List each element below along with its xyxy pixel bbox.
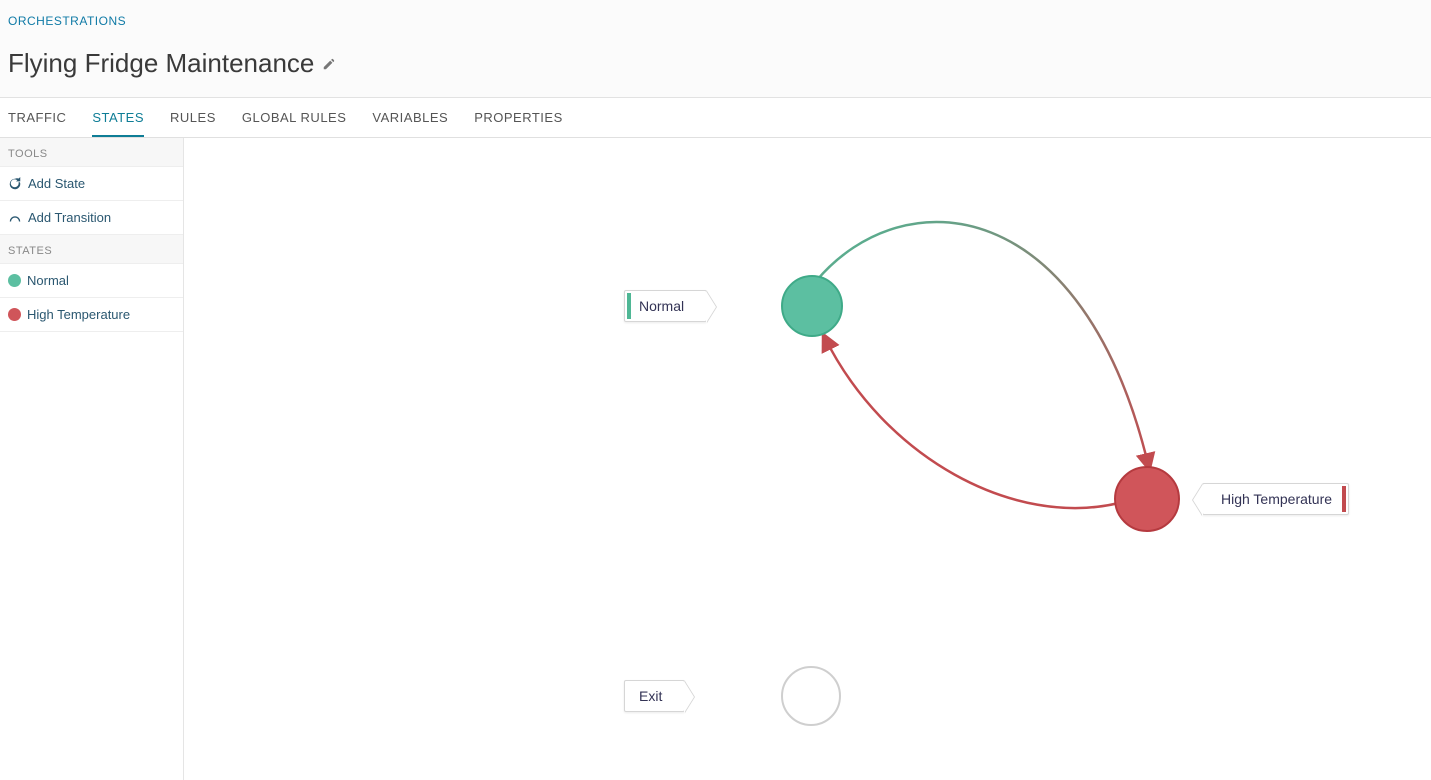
state-node-normal[interactable] bbox=[781, 275, 843, 337]
sidebar-state-normal[interactable]: Normal bbox=[0, 264, 183, 298]
add-state-label: Add State bbox=[28, 176, 85, 191]
state-dot-normal bbox=[8, 274, 21, 287]
add-transition-button[interactable]: Add Transition bbox=[0, 201, 183, 235]
body: TOOLS Add State Add Transition STATES No… bbox=[0, 138, 1431, 780]
state-label-exit[interactable]: Exit bbox=[624, 680, 685, 712]
tab-states[interactable]: STATES bbox=[92, 98, 144, 137]
edit-icon[interactable] bbox=[322, 57, 336, 71]
tab-rules[interactable]: RULES bbox=[170, 98, 216, 137]
state-node-exit[interactable] bbox=[781, 666, 841, 726]
state-node-label-text: Normal bbox=[639, 298, 684, 314]
sidebar-state-label: Normal bbox=[27, 273, 69, 288]
state-node-label-text: High Temperature bbox=[1221, 491, 1332, 507]
state-label-normal[interactable]: Normal bbox=[624, 290, 707, 322]
tabs: TRAFFIC STATES RULES GLOBAL RULES VARIAB… bbox=[0, 98, 1431, 138]
title-row: Flying Fridge Maintenance bbox=[8, 34, 1423, 97]
canvas[interactable]: Normal High Temperature Exit bbox=[184, 138, 1431, 780]
add-transition-label: Add Transition bbox=[28, 210, 111, 225]
tab-properties[interactable]: PROPERTIES bbox=[474, 98, 563, 137]
label-stripe bbox=[627, 293, 631, 319]
sidebar-state-label: High Temperature bbox=[27, 307, 130, 322]
sidebar-state-high[interactable]: High Temperature bbox=[0, 298, 183, 332]
sidebar-states-header: STATES bbox=[0, 235, 183, 264]
tab-variables[interactable]: VARIABLES bbox=[372, 98, 448, 137]
tab-global-rules[interactable]: GLOBAL RULES bbox=[242, 98, 347, 137]
refresh-plus-icon bbox=[8, 177, 22, 191]
state-dot-high bbox=[8, 308, 21, 321]
state-node-label-text: Exit bbox=[639, 688, 662, 704]
tab-traffic[interactable]: TRAFFIC bbox=[8, 98, 66, 137]
breadcrumb[interactable]: ORCHESTRATIONS bbox=[8, 10, 1423, 34]
header: ORCHESTRATIONS Flying Fridge Maintenance bbox=[0, 0, 1431, 98]
page-title: Flying Fridge Maintenance bbox=[8, 48, 314, 79]
sidebar: TOOLS Add State Add Transition STATES No… bbox=[0, 138, 184, 780]
add-state-button[interactable]: Add State bbox=[0, 167, 183, 201]
arc-icon bbox=[8, 211, 22, 225]
sidebar-tools-header: TOOLS bbox=[0, 138, 183, 167]
state-label-high[interactable]: High Temperature bbox=[1202, 483, 1349, 515]
label-stripe bbox=[1342, 486, 1346, 512]
state-node-high[interactable] bbox=[1114, 466, 1180, 532]
